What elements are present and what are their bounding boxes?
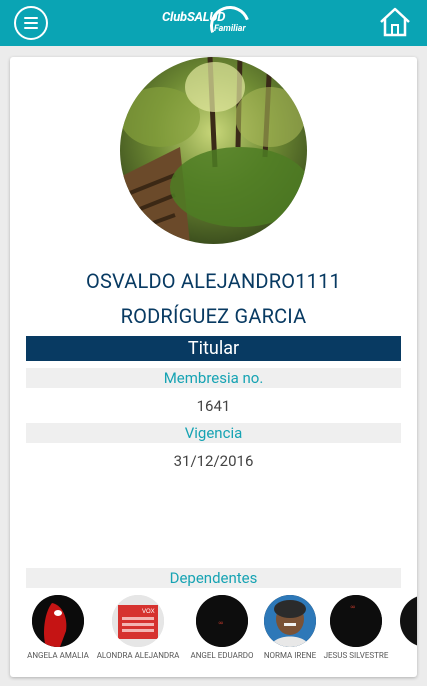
svg-text:∞: ∞ — [218, 619, 224, 627]
validity-value: 31/12/2016 — [173, 452, 254, 470]
validity-label: Vigencia — [26, 423, 401, 443]
membership-label: Membresia no. — [26, 368, 401, 388]
dependent-name: ANGELA AMALIA — [27, 651, 89, 660]
profile-name-first: OSVALDO ALEJANDRO1111 — [86, 269, 341, 293]
dependent-item[interactable] — [394, 595, 417, 651]
dependent-name: ALONDRA ALEJANDRA — [96, 651, 180, 660]
logo-subtext: Familiar — [214, 24, 246, 34]
home-icon — [380, 7, 410, 37]
top-bar: ClubSALUD Familiar — [0, 0, 427, 53]
avatar-red-box-icon: VOX — [112, 595, 164, 647]
dependent-item[interactable]: VOX ALONDRA ALEJANDRA — [97, 595, 179, 660]
logo-text: ClubSALUD — [162, 10, 226, 25]
menu-button[interactable] — [14, 6, 48, 40]
dependents-list: ANGELA AMALIA VOX ALONDRA ALEJANDRA ∞ AN… — [26, 595, 417, 665]
profile-photo — [120, 57, 307, 244]
dependent-item[interactable]: ANGELA AMALIA — [26, 595, 90, 660]
svg-text:∞: ∞ — [350, 603, 356, 611]
avatar-red-mask-icon — [32, 595, 84, 647]
app-logo: ClubSALUD Familiar — [160, 0, 270, 53]
hamburger-icon — [24, 14, 38, 32]
avatar-dark-icon: ∞ — [196, 595, 248, 647]
profile-name-last: RODRÍGUEZ GARCIA — [120, 304, 307, 328]
membership-value: 1641 — [196, 397, 231, 415]
svg-text:VOX: VOX — [142, 609, 155, 615]
role-banner: Titular — [26, 336, 401, 361]
dependents-label: Dependentes — [26, 568, 401, 588]
avatar-dark-icon: ∞ — [330, 595, 382, 647]
dependent-item[interactable]: ∞ JESUS SILVESTRE — [324, 595, 388, 660]
dependent-item[interactable]: NORMA IRENE — [258, 595, 322, 660]
home-button[interactable] — [377, 4, 413, 40]
dependent-name: JESUS SILVESTRE — [323, 651, 389, 660]
dependent-item[interactable]: ∞ ANGEL EDUARDO — [190, 595, 254, 660]
avatar-woman-icon — [264, 595, 316, 647]
profile-card: OSVALDO ALEJANDRO1111 RODRÍGUEZ GARCIA T… — [10, 57, 417, 677]
avatar-dark-icon — [400, 595, 417, 647]
